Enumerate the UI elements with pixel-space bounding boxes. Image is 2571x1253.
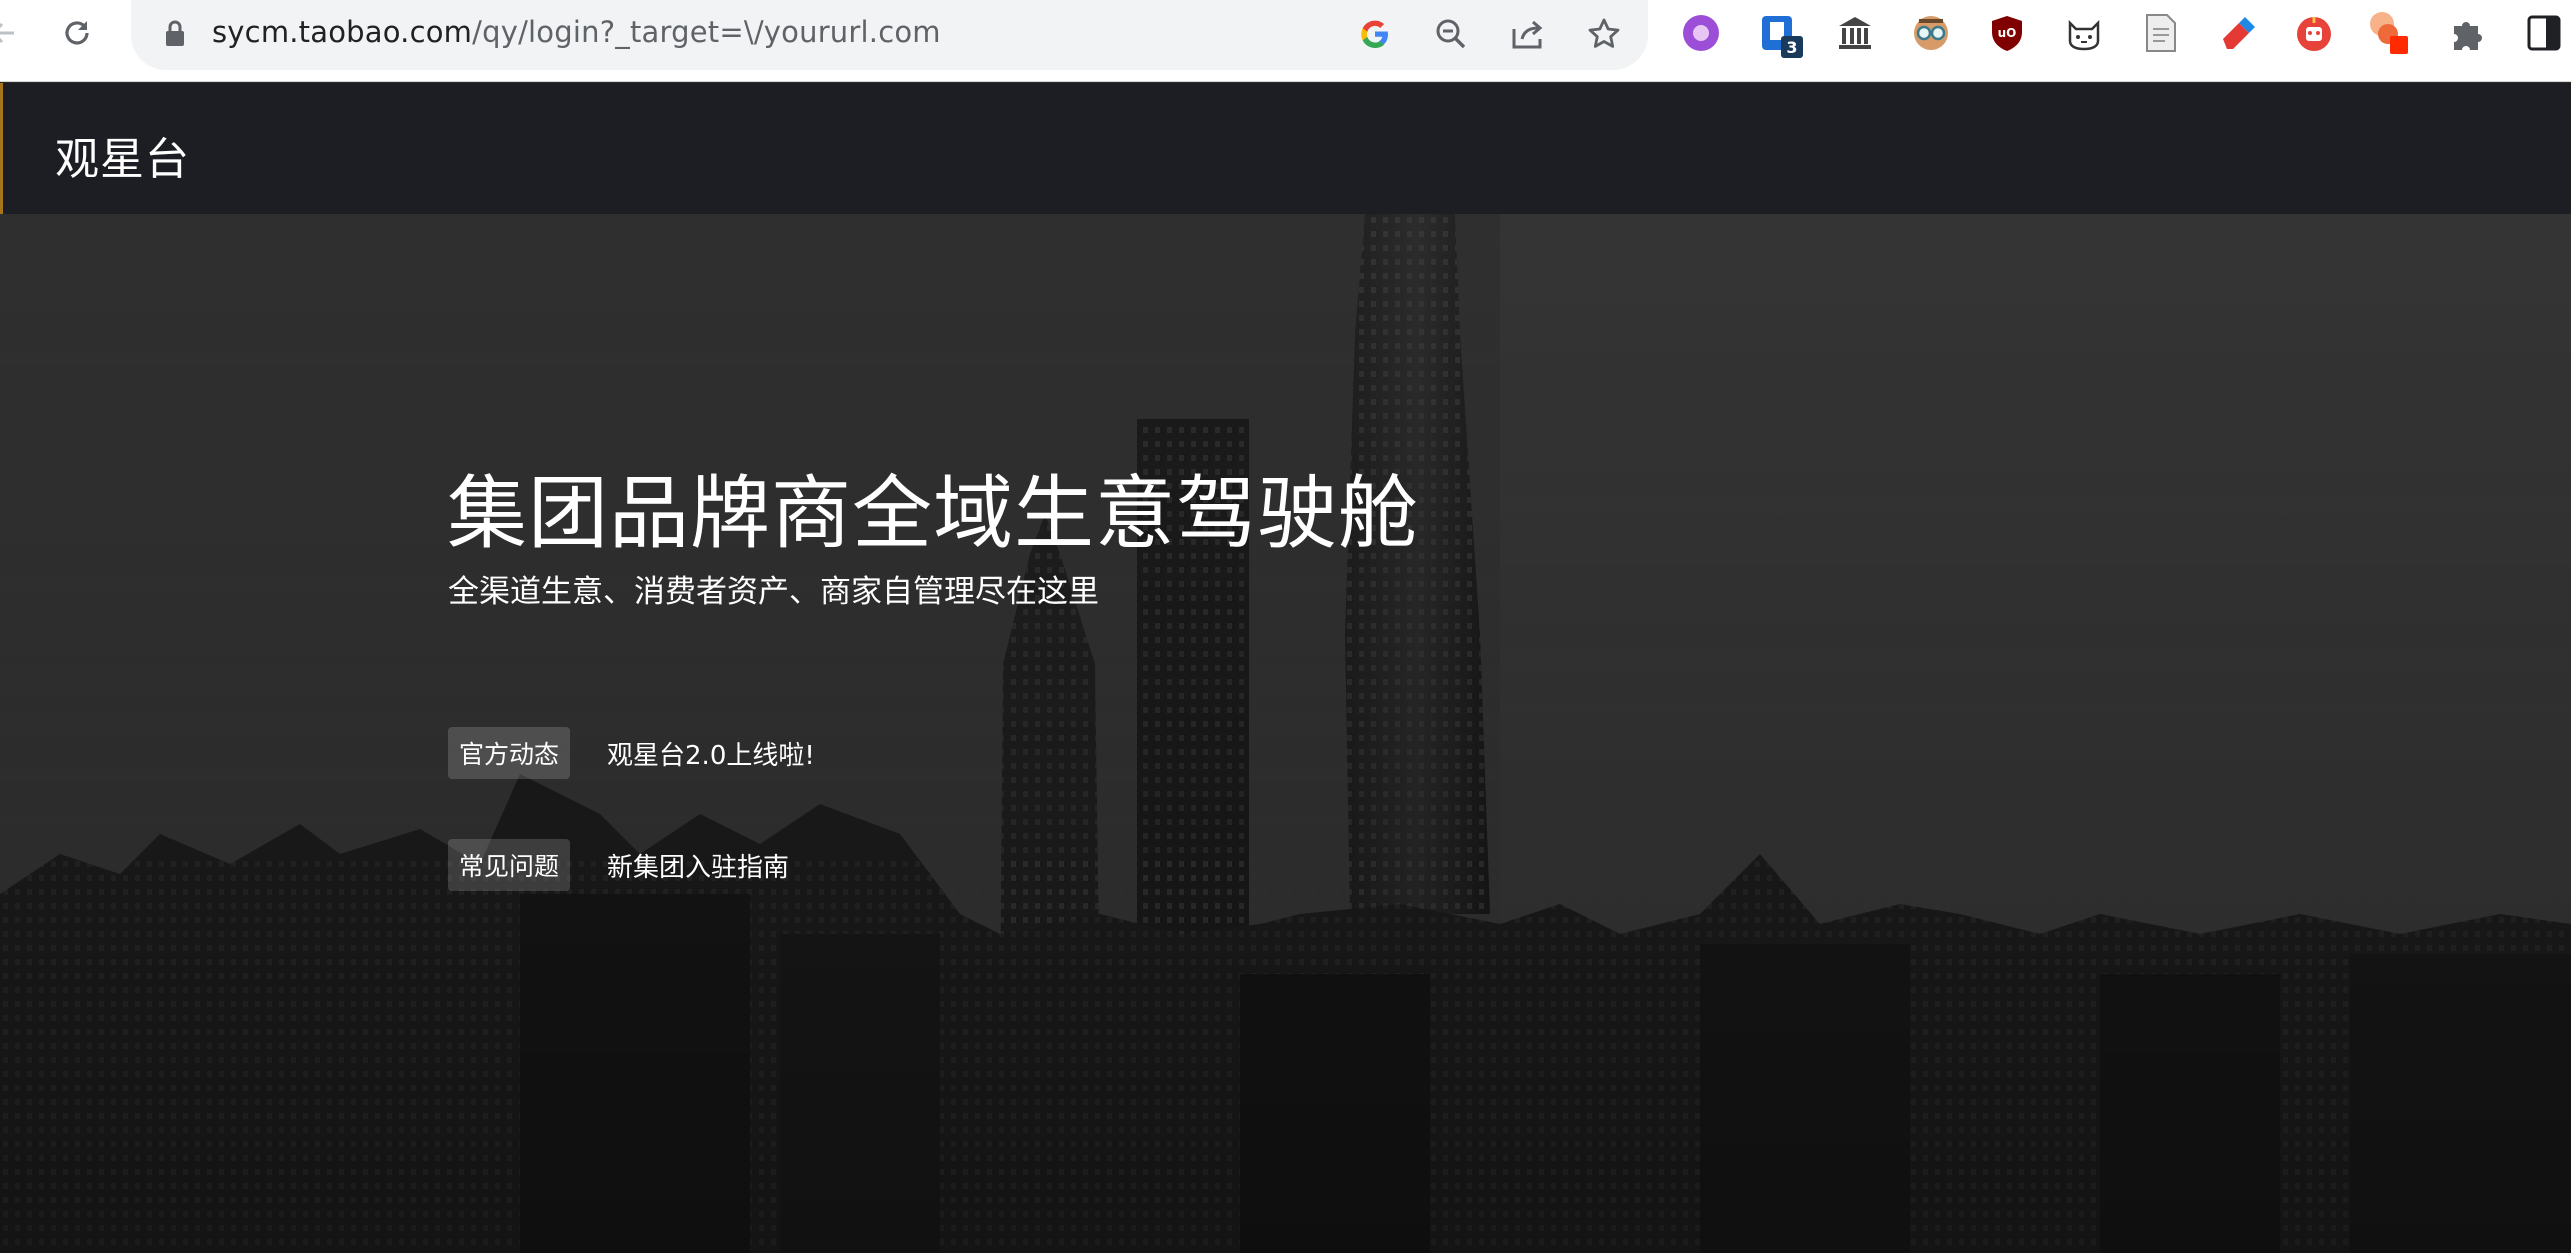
zoom-out-icon[interactable]: [1428, 11, 1474, 57]
news-link[interactable]: 观星台2.0上线啦!: [607, 735, 815, 772]
ublock-extension-icon[interactable]: uO: [1984, 10, 2030, 56]
news-link[interactable]: 新集团入驻指南: [607, 847, 789, 884]
hero-banner: 集团品牌商全域生意驾驶舱 全渠道生意、消费者资产、商家自管理尽在这里 官方动态 …: [0, 214, 2571, 1253]
bookmark-star-icon[interactable]: [1581, 11, 1627, 57]
extension-badge: 3: [1781, 36, 1803, 58]
hero-subtitle: 全渠道生意、消费者资产、商家自管理尽在这里: [448, 574, 1099, 610]
news-tag: 常见问题: [448, 839, 571, 891]
url-path: /qy/login?_target=\/yoururl.com: [472, 15, 941, 49]
robot-extension-icon[interactable]: [2291, 10, 2337, 56]
cat-extension-icon[interactable]: [2061, 10, 2107, 56]
eraser-extension-icon[interactable]: [2214, 10, 2260, 56]
svg-text:uO: uO: [1998, 26, 2017, 40]
reload-icon[interactable]: [52, 8, 102, 58]
bookmark-extension-icon[interactable]: 3: [1755, 10, 1803, 58]
news-item: 官方动态 观星台2.0上线啦!: [448, 727, 815, 779]
glasses-extension-icon[interactable]: [1908, 10, 1954, 56]
url-host: sycm.taobao.com: [212, 15, 473, 49]
address-bar[interactable]: sycm.taobao.com/qy/login?_target=\/youru…: [131, 0, 1648, 70]
url-text[interactable]: sycm.taobao.com/qy/login?_target=\/youru…: [212, 15, 941, 49]
hero-title: 集团品牌商全域生意驾驶舱: [447, 467, 1419, 560]
shapes-extension-icon[interactable]: [2368, 10, 2414, 56]
circle-extension-icon[interactable]: [1678, 10, 1724, 56]
lock-icon[interactable]: [164, 20, 186, 52]
site-header: 观星台: [0, 83, 2571, 214]
document-extension-icon[interactable]: [2138, 10, 2184, 56]
news-item: 常见问题 新集团入驻指南: [448, 839, 789, 891]
puzzle-extensions-icon[interactable]: [2444, 10, 2490, 56]
library-extension-icon[interactable]: [1832, 10, 1878, 56]
browser-toolbar: sycm.taobao.com/qy/login?_target=\/youru…: [0, 0, 2571, 82]
city-skyline-background: [0, 214, 2571, 1253]
share-icon[interactable]: [1505, 11, 1551, 57]
back-arrow-icon[interactable]: [0, 8, 28, 58]
google-icon[interactable]: [1352, 11, 1398, 57]
sidepanel-icon[interactable]: [2521, 10, 2567, 56]
news-tag: 官方动态: [448, 727, 571, 779]
site-logo[interactable]: 观星台: [55, 123, 190, 187]
